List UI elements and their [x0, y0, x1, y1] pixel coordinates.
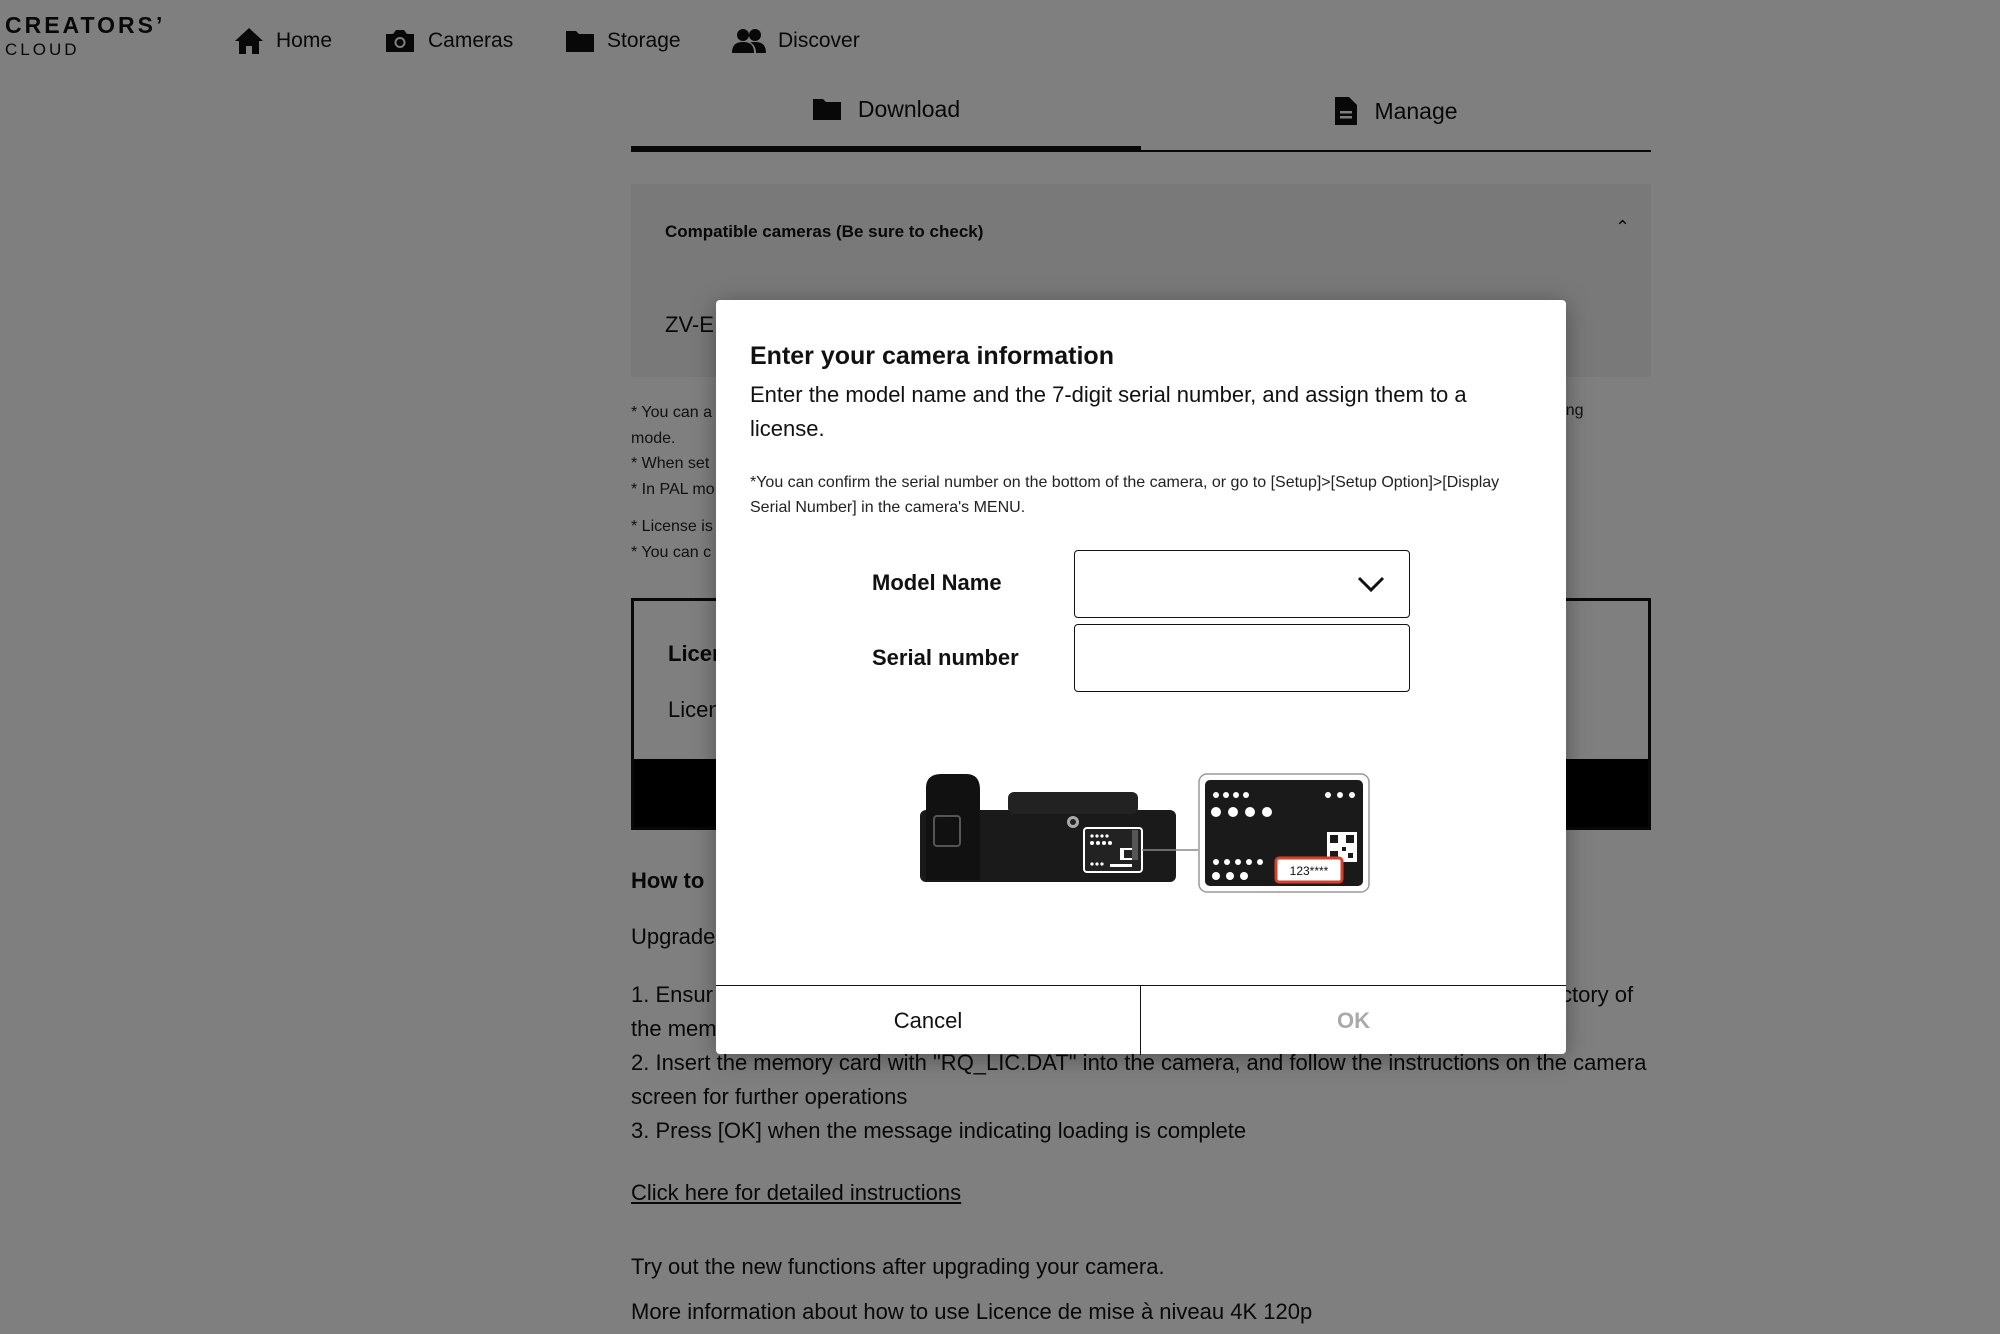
camera-serial-location-illustration: 123****: [920, 773, 1370, 893]
dialog-description: Enter the model name and the 7-digit ser…: [750, 382, 1467, 441]
serial-number-input[interactable]: [1074, 624, 1410, 692]
serial-sample-text: 123****: [1290, 864, 1329, 878]
model-name-select[interactable]: [1074, 550, 1410, 618]
dialog-footer: Cancel OK: [716, 985, 1566, 1055]
ok-button[interactable]: OK: [1141, 986, 1566, 1055]
model-name-label: Model Name: [872, 570, 1002, 595]
serial-number-label: Serial number: [872, 645, 1019, 670]
dialog-title: Enter your camera information: [750, 342, 1114, 370]
chevron-down-icon: [1357, 576, 1385, 593]
cancel-button[interactable]: Cancel: [716, 986, 1141, 1055]
camera-info-dialog: Enter your camera information Enter the …: [716, 300, 1566, 1055]
dialog-serial-note: *You can confirm the serial number on th…: [750, 474, 1500, 516]
